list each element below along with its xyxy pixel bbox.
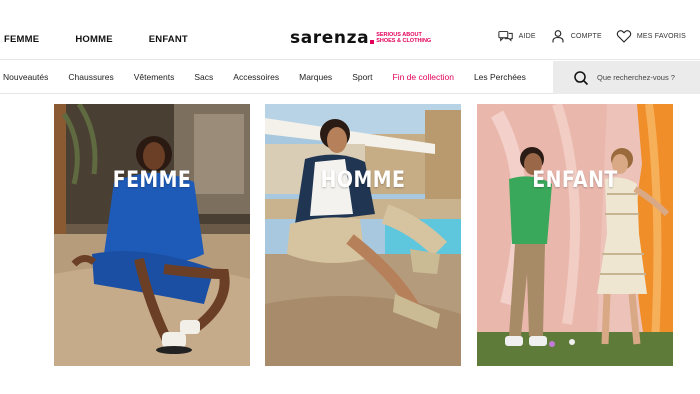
card-label-homme: HOMME [320, 168, 406, 193]
top-header: FEMME HOMME ENFANT sarenza SERIOUS ABOUT… [0, 0, 700, 60]
category-les-perchees[interactable]: Les Perchées [474, 72, 526, 82]
card-homme[interactable]: HOMME [265, 104, 461, 366]
logo-dot [370, 40, 375, 44]
logo-wordmark: sarenza [290, 28, 370, 48]
favorites-label: MES FAVORIS [636, 32, 686, 40]
category-nouveautes[interactable]: Nouveautés [3, 72, 48, 82]
gender-nav: FEMME HOMME ENFANT [4, 34, 224, 45]
category-marques[interactable]: Marques [299, 72, 332, 82]
account-link[interactable]: COMPTE [550, 29, 602, 43]
help-label: AIDE [518, 32, 536, 40]
category-sport[interactable]: Sport [352, 72, 372, 82]
chat-bubbles-icon [497, 31, 513, 42]
logo-tagline: SERIOUS ABOUT SHOES & CLOTHING [376, 32, 432, 44]
gender-link-homme[interactable]: HOMME [75, 34, 112, 45]
category-sacs[interactable]: Sacs [194, 72, 213, 82]
sarenza-logo[interactable]: sarenza SERIOUS ABOUT SHOES & CLOTHING [290, 28, 436, 48]
gender-link-enfant[interactable]: ENFANT [149, 34, 188, 45]
femme-photo [54, 104, 250, 366]
enfant-photo [477, 104, 673, 366]
search-bar[interactable] [553, 61, 700, 94]
heart-icon [616, 30, 632, 43]
category-vetements[interactable]: Vêtements [134, 72, 175, 82]
search-icon[interactable] [573, 70, 589, 86]
category-chaussures[interactable]: Chaussures [68, 72, 113, 82]
card-label-femme: FEMME [112, 168, 192, 193]
category-fin-de-collection[interactable]: Fin de collection [393, 72, 454, 82]
account-label: COMPTE [570, 32, 602, 40]
category-list: Nouveautés Chaussures Vêtements Sacs Acc… [3, 72, 546, 82]
favorites-link[interactable]: MES FAVORIS [616, 29, 686, 43]
category-accessoires[interactable]: Accessoires [233, 72, 279, 82]
category-nav: Nouveautés Chaussures Vêtements Sacs Acc… [0, 61, 700, 94]
help-link[interactable]: AIDE [497, 29, 536, 43]
gender-link-femme[interactable]: FEMME [4, 34, 39, 45]
account-nav: AIDE COMPTE MES FAVORIS [484, 29, 686, 43]
user-icon [552, 30, 564, 43]
card-label-enfant: ENFANT [532, 168, 618, 193]
homme-photo [265, 104, 461, 366]
card-enfant[interactable]: ENFANT [477, 104, 673, 366]
search-input[interactable] [597, 73, 697, 82]
card-femme[interactable]: FEMME [54, 104, 250, 366]
